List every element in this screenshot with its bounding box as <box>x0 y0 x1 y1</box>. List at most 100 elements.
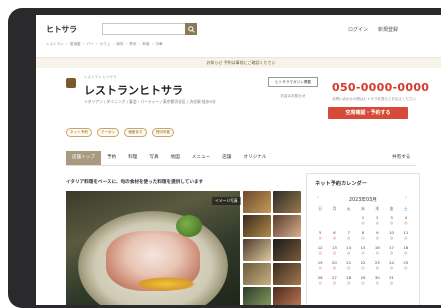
calendar-next-icon[interactable]: › <box>405 195 407 201</box>
availability-mark: ◎ <box>347 251 351 255</box>
calendar-day[interactable]: 21 ◎ <box>342 260 356 272</box>
restaurant-tabs: 店舗トップ 予約 料理 写真 地図 メニュー 店舗 オリジナル <box>66 151 416 166</box>
availability-mark: ◎ <box>332 251 336 255</box>
calendar-day[interactable]: 19 ◎ <box>313 260 327 272</box>
availability-mark: ◎ <box>361 251 365 255</box>
calendar-day[interactable]: 12 ◎ <box>313 245 327 257</box>
calendar-day[interactable]: 5 ◎ <box>313 230 327 242</box>
thumbnail[interactable] <box>273 191 301 213</box>
restaurant-meta: イタリアン / ダイニング / 宴会・パーティー / 東京都渋谷区 / 渋谷駅 … <box>84 99 216 104</box>
image-tag: イメージ写真 <box>212 197 241 205</box>
availability-mark: ◎ <box>347 281 351 285</box>
tab-store[interactable]: 店舗 <box>216 151 237 165</box>
signup-link[interactable]: 新規登録 <box>378 26 398 33</box>
calendar-day-number: 29 <box>360 275 366 280</box>
thumbnail[interactable] <box>243 239 271 261</box>
tab-map[interactable]: 地図 <box>165 151 186 165</box>
thumbnail[interactable] <box>273 287 301 305</box>
photo-thumbnails <box>243 191 301 305</box>
calendar-day[interactable]: 3 ◎ <box>384 215 398 227</box>
calendar-day[interactable]: 23 ◎ <box>370 260 384 272</box>
calendar-day[interactable]: 28 ◎ <box>342 275 356 287</box>
calendar-day[interactable]: 15 ◎ <box>356 245 370 257</box>
calendar-day[interactable]: 16 ◎ <box>370 245 384 257</box>
phone-number[interactable]: 050-0000-0000 <box>332 81 429 94</box>
thumbnail[interactable] <box>243 215 271 237</box>
calendar-day-number: 30 <box>374 275 380 280</box>
calendar-day[interactable]: 9 ◎ <box>370 230 384 242</box>
tab-photos[interactable]: 写真 <box>143 151 164 165</box>
reserve-button[interactable]: 空席確認・予約する <box>328 107 408 119</box>
thumbnail[interactable] <box>273 263 301 285</box>
tab-top[interactable]: 店舗トップ <box>66 151 101 165</box>
tab-dishes[interactable]: 料理 <box>122 151 143 165</box>
thumbnail[interactable] <box>273 215 301 237</box>
calendar-day[interactable]: 2 ◎ <box>370 215 384 227</box>
calendar-day[interactable]: 30 ◎ <box>370 275 384 287</box>
calendar-day[interactable]: 7 ◎ <box>342 230 356 242</box>
calendar-day[interactable]: 26 ◎ <box>313 275 327 287</box>
availability-mark: ◎ <box>375 221 379 225</box>
calendar-day-number: 17 <box>389 245 394 250</box>
calendar-day-number: 22 <box>360 260 366 265</box>
restaurant-icon <box>66 78 76 88</box>
share-button[interactable]: 共有する <box>392 151 410 165</box>
thumbnail[interactable] <box>243 263 271 285</box>
calendar-day[interactable]: 1 ◎ <box>356 215 370 227</box>
calendar-day[interactable]: 14 ◎ <box>342 245 356 257</box>
calendar-day-number: 6 <box>333 230 336 235</box>
calendar-day[interactable]: 29 ◎ <box>356 275 370 287</box>
thumbnail[interactable] <box>243 287 271 305</box>
calendar-weekday: 火 <box>346 206 351 211</box>
tab-original[interactable]: オリジナル <box>237 151 272 165</box>
availability-mark: ◎ <box>389 221 394 225</box>
calendar-weekday: 木 <box>375 206 380 211</box>
calendar-day[interactable]: 8 ◎ <box>356 230 370 242</box>
page-headline: イタリア料理をベースに、旬の食材を使った料理を提供しています <box>66 180 204 185</box>
availability-mark: ◎ <box>318 251 322 255</box>
calendar-day[interactable]: 10 ◎ <box>384 230 398 242</box>
magazine-button[interactable]: ヒトサラマガジン掲載 <box>268 77 318 87</box>
calendar-day[interactable]: 4 ◎ <box>399 215 413 227</box>
availability-mark: ◎ <box>318 236 322 240</box>
calendar-day[interactable]: 18 ◎ <box>399 245 413 257</box>
calendar-day[interactable]: 6 ◎ <box>327 230 341 242</box>
calendar-day[interactable]: 27 ◎ <box>327 275 341 287</box>
news-button[interactable]: お店のお知らせ <box>268 91 318 101</box>
site-logo[interactable]: ヒトサラ <box>46 24 77 35</box>
calendar-day-number: 21 <box>346 260 352 265</box>
search-input[interactable] <box>102 23 186 35</box>
reservation-calendar: ネット予約カレンダー ‹ 2023年03月 › 日月火水木金土 1 ◎ 2 ◎ 3 ◎ 4 ◎ 5… <box>306 173 420 305</box>
calendar-day-number: 11 <box>403 230 409 235</box>
main-dish-photo[interactable] <box>66 191 240 305</box>
tab-reserve[interactable]: 予約 <box>101 151 122 165</box>
calendar-day-number: 8 <box>361 230 365 235</box>
calendar-day[interactable]: 24 ◎ <box>384 260 398 272</box>
calendar-day[interactable]: 25 ◎ <box>399 260 413 272</box>
calendar-day-number: 19 <box>317 260 323 265</box>
calendar-day-number: 4 <box>404 215 408 220</box>
availability-mark: ◎ <box>318 266 322 270</box>
calendar-day-number: 14 <box>346 245 352 250</box>
tab-menu[interactable]: メニュー <box>186 151 216 165</box>
calendar-day[interactable]: 22 ◎ <box>356 260 370 272</box>
thumbnail[interactable] <box>243 191 271 213</box>
badge-coupon: クーポン <box>96 128 120 137</box>
calendar-day[interactable]: 31 ◎ <box>384 275 398 287</box>
category-links[interactable]: レストラン ・ 居酒屋 ・ バー ・ カフェ ・ 焼肉 ・ 寿司 ・ 和食 ・ … <box>46 42 163 47</box>
availability-mark: ◎ <box>361 221 365 225</box>
availability-mark: ◎ <box>375 266 379 270</box>
calendar-day[interactable]: 17 ◎ <box>384 245 398 257</box>
calendar-day[interactable]: 20 ◎ <box>327 260 341 272</box>
availability-mark: ◎ <box>361 266 365 270</box>
phone-note: お問い合わせの際はヒトサラを見たとお伝えください <box>332 97 416 101</box>
badge-charter: 貸切可能 <box>151 128 175 137</box>
calendar-day-number: 12 <box>317 245 323 250</box>
availability-mark: ◎ <box>347 236 351 240</box>
search-button[interactable] <box>185 23 197 35</box>
login-link[interactable]: ログイン <box>348 26 368 33</box>
calendar-day[interactable]: 13 ◎ <box>327 245 341 257</box>
thumbnail[interactable] <box>273 239 301 261</box>
availability-mark: ◎ <box>389 236 394 240</box>
calendar-day[interactable]: 11 ◎ <box>399 230 413 242</box>
